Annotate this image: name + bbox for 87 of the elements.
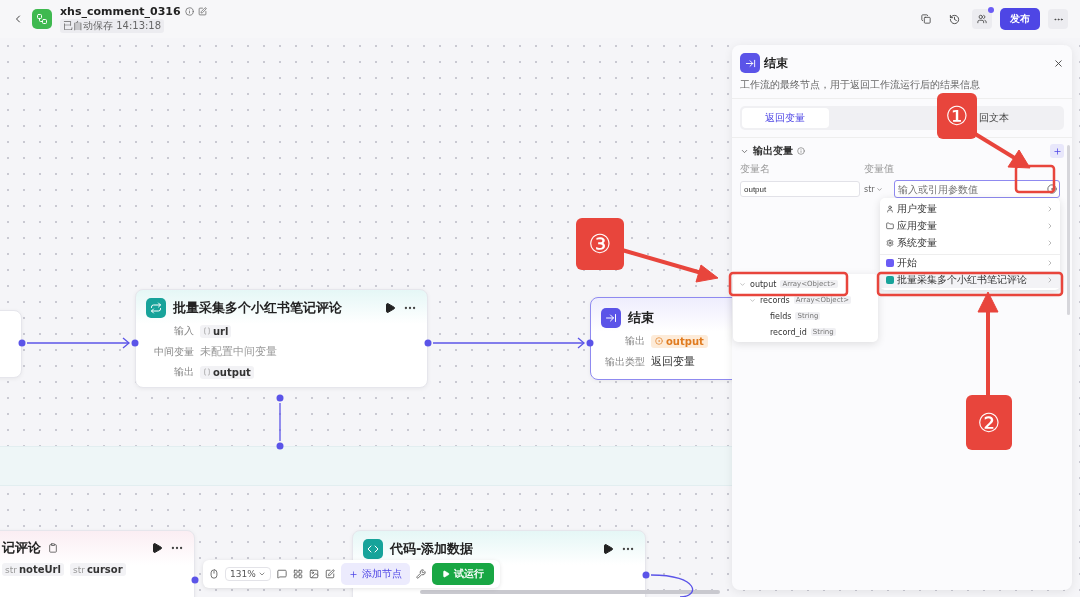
mouse-icon[interactable] [209, 569, 219, 579]
node-title: 记评论 [2, 539, 41, 557]
port-dot[interactable] [424, 339, 432, 347]
menu-item[interactable]: 应用变量 [880, 217, 1060, 234]
tab[interactable]: 返回变量 [742, 108, 829, 128]
add-node-button[interactable]: 添加节点 [340, 563, 410, 585]
exit-icon [605, 312, 617, 324]
workflow-title: xhs_comment_0316 [60, 5, 181, 18]
field-label: 输出 [173, 365, 194, 379]
play-icon[interactable] [384, 302, 396, 314]
play-icon[interactable] [151, 542, 163, 554]
grid-icon[interactable] [292, 569, 303, 579]
variable-tag: str noteUrl [2, 563, 64, 576]
panel-title: 结束 [764, 54, 788, 72]
node-title: 代码-添加数据 [390, 540, 474, 558]
code-icon [367, 543, 379, 555]
braces-icon [203, 327, 211, 335]
variable-value-field[interactable]: 输入或引用参数值 [894, 180, 1060, 198]
variable-tag: url [200, 324, 232, 338]
port-dot[interactable] [276, 442, 284, 450]
history-icon [948, 13, 960, 25]
variable-name-field[interactable]: output [740, 181, 860, 197]
workflow-node[interactable]: 记评论 str noteUrl str cursor [0, 530, 195, 597]
field-label: 中间变量 [153, 344, 194, 359]
folder-icon [886, 221, 894, 230]
node-title: 批量采集多个小红书笔记评论 [173, 299, 342, 317]
field-label: 输出类型 [604, 354, 645, 369]
edit-icon[interactable] [197, 7, 207, 16]
annotation-callout: ① [937, 93, 977, 139]
port-dot[interactable] [642, 571, 650, 579]
user-icon [886, 204, 894, 213]
node-title: 结束 [628, 309, 654, 327]
scrollbar[interactable] [1067, 145, 1070, 315]
highlight-frame [1014, 164, 1056, 194]
port-dot[interactable] [18, 339, 26, 347]
exit-icon [744, 57, 756, 69]
port-dot[interactable] [276, 394, 284, 402]
panel-description: 工作流的最终节点，用于返回工作流运行后的结果信息 [740, 78, 981, 92]
port-dot[interactable] [586, 339, 594, 347]
plus-icon [348, 569, 358, 579]
plus-icon [1052, 146, 1062, 156]
close-icon[interactable] [1053, 57, 1064, 69]
field-value: 返回变量 [651, 354, 695, 369]
autosave-status: 已自动保存 14:13:18 [60, 19, 165, 33]
variable-tag: output [200, 365, 254, 379]
comment-icon[interactable] [276, 569, 287, 579]
type-select[interactable]: str [864, 184, 890, 194]
field-label: 输出 [624, 334, 645, 348]
copy-icon [921, 14, 931, 24]
section-title: 输出变量 [753, 144, 793, 158]
zoom-select[interactable]: 131% [225, 567, 271, 581]
variable-reference: output [651, 334, 708, 348]
column-label: 变量名 [740, 162, 771, 176]
variable-picker-icon[interactable] [1047, 184, 1057, 194]
connector-line [279, 402, 281, 442]
connector-line [650, 574, 694, 597]
workflow-app-icon [32, 9, 52, 29]
loop-icon [150, 302, 162, 314]
workflow-node[interactable]: 批量采集多个小红书笔记评论 输入 url 中间变量 未配置中间变量 输出 output [135, 289, 428, 388]
variable-icon [655, 337, 663, 345]
annotation-callout: ③ [576, 218, 624, 270]
play-icon[interactable] [602, 543, 614, 555]
variable-tag: str cursor [69, 563, 126, 576]
add-button[interactable] [1050, 144, 1064, 158]
collaborators-button[interactable] [972, 9, 992, 29]
caret-icon [257, 570, 266, 578]
caret-icon [875, 185, 883, 193]
people-icon [977, 14, 987, 24]
edit-icon[interactable] [324, 569, 335, 579]
start-node-icon [886, 259, 894, 267]
annotation-callout: ② [966, 395, 1012, 450]
wrench-icon[interactable] [415, 569, 426, 579]
info-icon[interactable] [184, 7, 194, 16]
clipboard-icon [48, 543, 58, 553]
braces-icon [203, 368, 211, 376]
play-icon [441, 570, 450, 578]
loop-node-icon [886, 275, 894, 284]
field-label: 输入 [173, 324, 194, 338]
menu-item[interactable]: 系统变量 [880, 234, 1060, 251]
scrollbar[interactable] [420, 590, 720, 594]
column-label: 变量值 [864, 162, 895, 176]
image-icon[interactable] [308, 569, 319, 579]
gear-icon [886, 238, 894, 247]
menu-item[interactable]: 用户变量 [880, 200, 1060, 217]
publish-button[interactable]: 发布 [1000, 8, 1040, 30]
port-dot[interactable] [191, 576, 199, 584]
port-dot[interactable] [131, 339, 139, 347]
